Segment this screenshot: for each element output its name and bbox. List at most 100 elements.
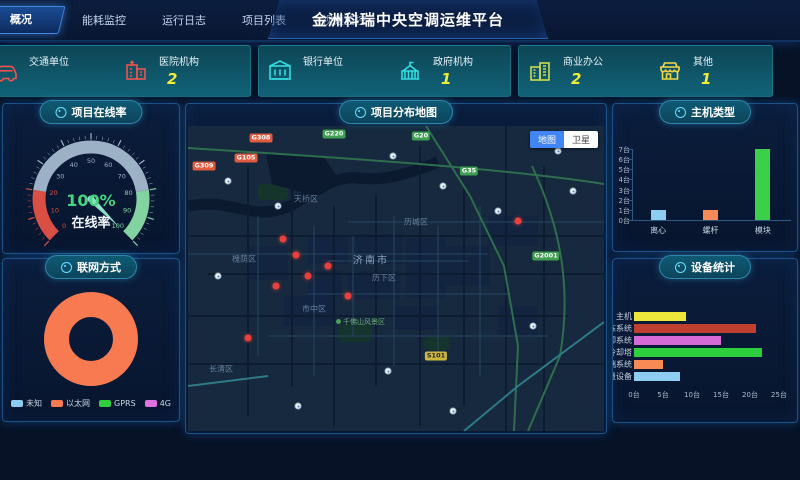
panel-network-title: 联网方式 — [77, 259, 121, 275]
panel-map-title: 项目分布地图 — [371, 104, 437, 120]
panel-online-rate: 项目在线率 0102030405060708090100 100% 在线率 — [2, 103, 180, 254]
device-stats-bar-chart: 主机冷冻系统冷却系统冷却塔末端系统计量设备0台5台10台15台20台25台 — [613, 259, 797, 422]
y-tick-label: 7台 — [613, 145, 630, 155]
monitor-icon — [675, 107, 686, 118]
online-rate-label: 在线率 — [3, 212, 179, 231]
gauge-tick — [26, 189, 32, 190]
stat-label: 交通单位 — [29, 53, 69, 68]
project-marker[interactable] — [325, 263, 332, 270]
gauge-tick — [31, 177, 34, 178]
map-scenic-label: 千佛山风景区 — [336, 317, 385, 327]
x-tick-label: 25台 — [766, 390, 792, 400]
legend-swatch — [99, 400, 111, 407]
bar-冷冻系统 — [634, 324, 756, 333]
legend-label: GPRS — [114, 399, 136, 408]
stat-value: 2 — [563, 70, 603, 88]
panel-device-title: 设备统计 — [691, 259, 735, 275]
map-pin-icon — [355, 107, 366, 118]
poi-marker — [440, 183, 447, 190]
gauge-tick — [149, 183, 152, 184]
network-donut-chart — [44, 292, 138, 386]
legend-item-未知[interactable]: 未知 — [11, 398, 42, 409]
road-shield-G309: G309 — [193, 162, 216, 171]
gauge-tick — [38, 160, 43, 164]
legend-swatch — [145, 400, 157, 407]
y-tick-mark — [629, 220, 632, 221]
host-type-bar-chart: 0台1台2台3台4台5台6台7台离心螺杆模块 — [613, 104, 797, 251]
y-tick-label: 1台 — [613, 206, 630, 216]
stat-texts: 其他1 — [693, 53, 713, 88]
road-shield-S101: S101 — [425, 352, 447, 361]
bar-离心 — [651, 210, 666, 220]
y-tick-mark — [629, 210, 632, 211]
nav-tab-2[interactable]: 能耗监控 — [64, 12, 144, 28]
x-tick-label: 0台 — [621, 390, 647, 400]
poi-marker — [225, 178, 232, 185]
y-tick-label: 2台 — [613, 196, 630, 206]
panel-network-type: 联网方式 未知 以太网 GPRS 4G — [2, 258, 180, 422]
gauge-tick — [118, 140, 121, 146]
y-tick-mark — [629, 200, 632, 201]
panel-network-header: 联网方式 — [45, 255, 137, 279]
stat-value — [29, 70, 69, 87]
legend-label: 以太网 — [66, 398, 90, 409]
x-tick-label: 15台 — [708, 390, 734, 400]
gauge-zone-gray — [40, 147, 143, 191]
poi-marker — [530, 323, 537, 330]
map-canvas[interactable]: 济南市天桥区槐荫区历城区历下区市中区长清区千佛山风景区G308G105G309G… — [188, 126, 604, 431]
nav-tab-label: 能耗监控 — [82, 14, 126, 27]
project-marker[interactable] — [280, 236, 287, 243]
gauge-tick — [73, 138, 74, 141]
bank-icon — [267, 58, 293, 84]
poi-marker — [215, 273, 222, 280]
office-icon — [527, 58, 553, 84]
stat-texts: 政府机构1 — [433, 53, 473, 88]
stat-card-1: 交通单位医院机构2 — [0, 45, 251, 97]
page-title-text: 金洲科瑞中央空调运维平台 — [312, 9, 504, 30]
y-axis-line — [632, 149, 633, 220]
network-legend: 未知 以太网 GPRS 4G — [3, 398, 179, 409]
gauge-tick — [79, 137, 80, 140]
panel-online-rate-header: 项目在线率 — [40, 100, 143, 124]
stat-card-2: 银行单位 政府机构1 — [258, 45, 511, 97]
project-marker[interactable] — [293, 252, 300, 259]
link-icon — [56, 107, 67, 118]
stat-group-银行单位: 银行单位 — [267, 46, 385, 96]
project-marker[interactable] — [515, 218, 522, 225]
bar-冷却系统 — [634, 336, 721, 345]
gauge-tick-label: 30 — [56, 173, 64, 181]
nav-tab-label: 概况 — [0, 7, 61, 33]
poi-marker — [390, 153, 397, 160]
gauge-tick — [113, 140, 114, 143]
map-button-地图[interactable]: 地图 — [530, 131, 564, 148]
h-category-label: 冷却塔 — [613, 348, 632, 357]
y-tick-mark — [629, 149, 632, 150]
gauge-tick — [38, 233, 41, 235]
car-icon — [0, 58, 19, 84]
nav-tab-1[interactable]: 概况 — [0, 6, 65, 34]
nav-tab-3[interactable]: 运行日志 — [144, 12, 224, 28]
project-marker[interactable] — [305, 273, 312, 280]
gauge-tick — [133, 241, 138, 246]
stat-group-政府机构: 政府机构1 — [397, 46, 515, 96]
gauge-tick — [34, 172, 37, 173]
project-marker[interactable] — [345, 293, 352, 300]
page-title: 金洲科瑞中央空调运维平台 — [268, 0, 548, 39]
project-marker[interactable] — [245, 335, 252, 342]
legend-item-4G[interactable]: 4G — [145, 398, 171, 409]
legend-item-以太网[interactable]: 以太网 — [51, 398, 90, 409]
gauge-tick — [132, 153, 134, 156]
gauge-tick — [123, 145, 125, 148]
gauge-tick — [145, 172, 148, 173]
project-marker[interactable] — [273, 283, 280, 290]
gauge-tick-label: 40 — [70, 161, 78, 169]
map-district-label: 长清区 — [209, 364, 233, 375]
map-button-卫星[interactable]: 卫星 — [564, 131, 598, 148]
stat-card-3: 商业办公2其他1 — [518, 45, 773, 97]
panel-device-stats: 设备统计 主机冷冻系统冷却系统冷却塔末端系统计量设备0台5台10台15台20台2… — [612, 258, 798, 423]
x-category-label: 模块 — [738, 225, 788, 236]
legend-swatch — [51, 400, 63, 407]
x-category-label: 离心 — [633, 225, 683, 236]
legend-item-GPRS[interactable]: GPRS — [99, 398, 136, 409]
panel-project-map: 项目分布地图 — [185, 103, 607, 434]
